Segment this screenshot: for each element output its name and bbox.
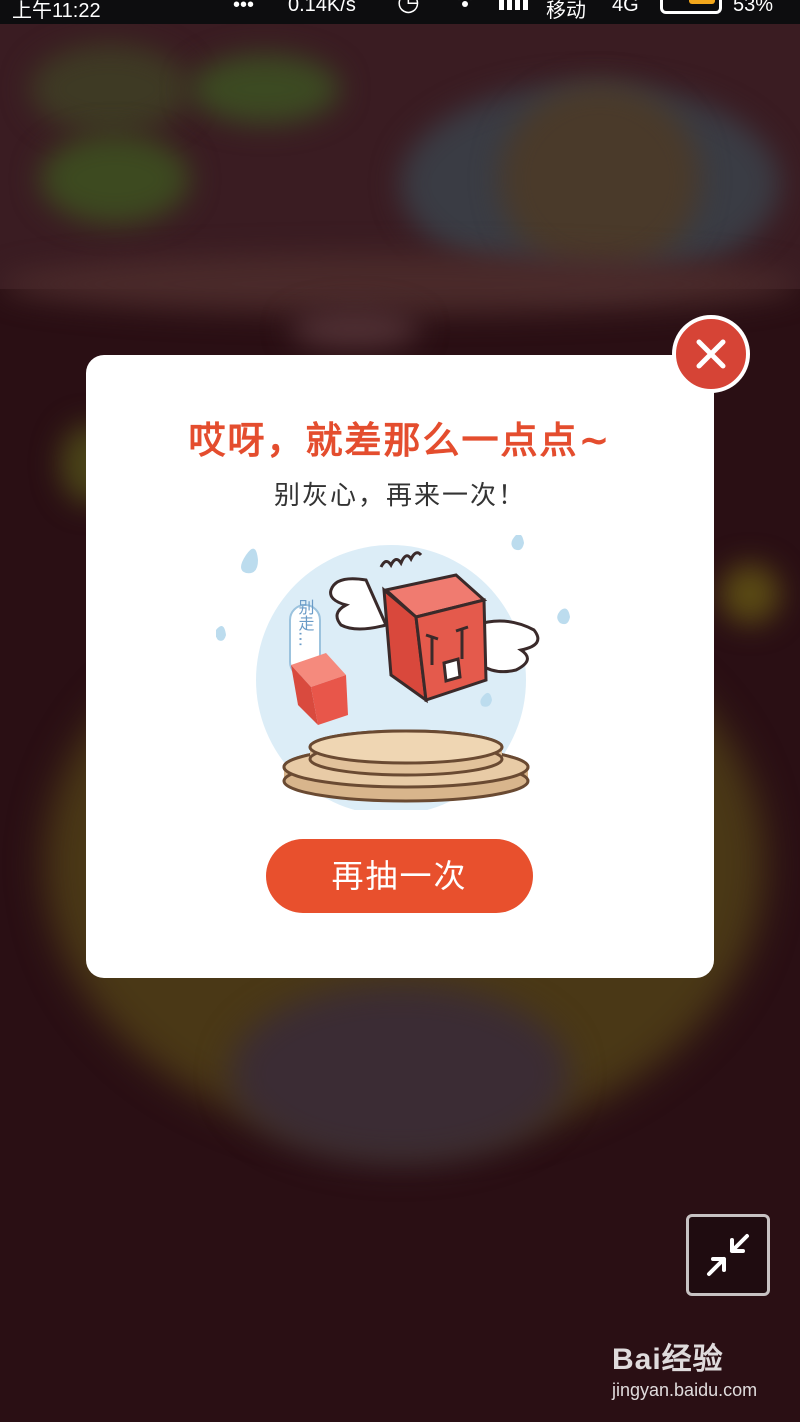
battery-icon	[660, 0, 722, 14]
close-icon	[696, 339, 726, 369]
network-type: 4G	[612, 0, 639, 16]
watermark-brand: Bai经验	[612, 1343, 724, 1376]
status-dots: •••	[233, 0, 255, 16]
baidu-jingyan-watermark: Bai经验 jingyan.baidu.com	[612, 1334, 792, 1410]
close-button[interactable]	[672, 315, 750, 393]
retry-button[interactable]: 再抽一次	[266, 839, 533, 913]
network-speed: 0.14K/s	[288, 0, 356, 16]
status-time: 上午11:22	[12, 0, 101, 22]
signal-icon	[497, 0, 533, 16]
carrier: 移动	[546, 0, 586, 22]
sad-cube-character	[382, 573, 488, 704]
battery-level: 53%	[733, 0, 774, 16]
water-drop-icon	[557, 608, 570, 625]
water-drop-icon	[511, 535, 524, 551]
minimize-arrows-icon	[707, 1234, 749, 1276]
status-bar: 上午11:22 ••• 0.14K/s ◷ 移动 4G 53%	[0, 0, 800, 24]
sad-cube-illustration: 别走…	[216, 535, 570, 810]
wifi-icon	[450, 0, 480, 16]
dialog-title: 哎呀，就差那么一点点~	[188, 419, 612, 462]
result-dialog: 哎呀，就差那么一点点~ 别灰心，再来一次！ 别走… 再抽一次	[86, 355, 714, 978]
water-drop-icon	[216, 626, 226, 641]
illustration-tag: 别走…	[296, 599, 315, 647]
water-drop-icon	[241, 548, 258, 574]
dialog-subtitle: 别灰心，再来一次！	[273, 481, 526, 511]
alarm-icon: ◷	[397, 0, 420, 16]
podium	[282, 729, 530, 803]
minimize-button[interactable]	[686, 1214, 770, 1296]
watermark-url: jingyan.baidu.com	[612, 1380, 758, 1400]
